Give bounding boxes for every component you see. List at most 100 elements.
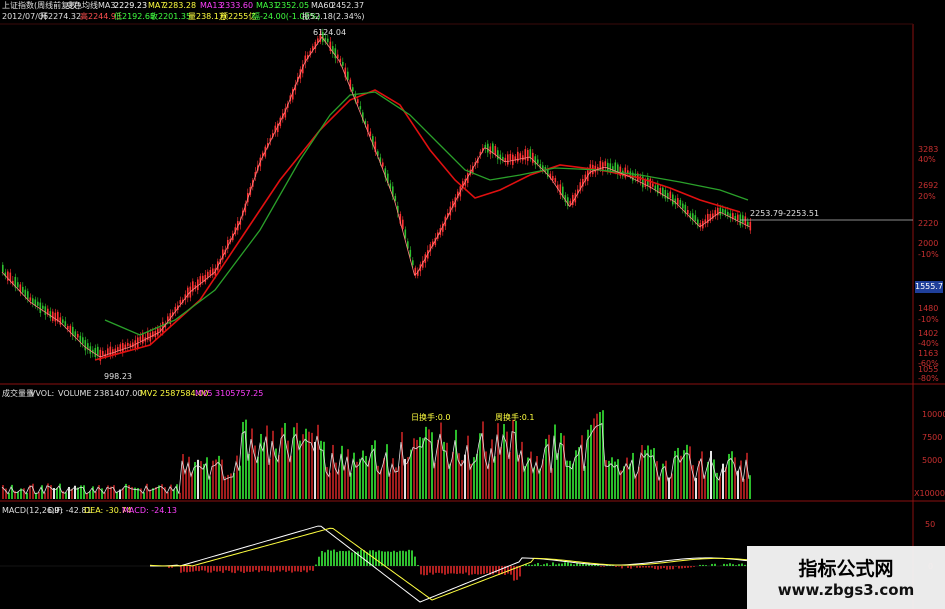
macd-bar [252,566,254,572]
svg-text:5000: 5000 [922,456,942,465]
candle [109,346,112,356]
macd-bar [216,566,218,572]
candle [507,154,509,165]
macd-bar [387,551,389,566]
macd-bar [681,566,683,569]
candle [94,347,97,357]
candle [672,194,674,205]
macd-bar [258,566,260,573]
candle [664,189,667,199]
macd-bar [618,566,620,567]
macd-bar [204,566,206,571]
macd-bar [366,552,368,566]
candle [519,153,522,159]
macd-bar [192,566,194,572]
macd-bar [732,564,734,566]
macd-bar [408,549,410,566]
macd-bar [591,565,593,566]
candle [402,219,404,230]
macd-bar [528,564,530,566]
candle [37,301,39,306]
macd-bar [186,566,188,573]
candle [607,162,609,171]
macd-bar [564,562,566,566]
macd-bar [393,550,395,566]
candle [352,87,354,92]
macd-bar [405,551,407,566]
trough-label: 998.23 [104,372,132,381]
macd-bar [306,566,308,573]
macd-bar [234,566,236,574]
candle [382,162,384,167]
macd-bar [348,550,350,566]
macd-bar [402,550,404,566]
candle [49,311,52,318]
candle [694,215,697,222]
macd-bar [267,566,269,572]
macd-bar [546,563,548,566]
macd-bar [642,566,644,568]
macd-bar [345,551,347,566]
watermark-url: www.zbgs3.com [777,581,915,599]
candle [359,106,362,110]
candle [412,260,414,266]
ma-long-line [94,89,741,361]
macd-bar [342,550,344,566]
macd-bar [351,552,353,566]
candle [522,155,524,161]
candle [532,152,534,163]
candle [197,279,199,291]
macd-bar [486,566,488,574]
macd-bar [669,566,671,570]
candle [512,154,514,165]
candle [44,306,47,315]
candle [497,150,499,160]
macd-bar [684,566,686,569]
macd-bar [231,566,233,573]
macd-dif-line [149,525,748,603]
candle [669,191,672,199]
macd-bar [198,566,200,572]
macd-bar [621,566,623,569]
candle [127,342,129,347]
candle [342,61,344,66]
svg-text:50: 50 [925,520,935,529]
macd-bar [219,566,221,572]
candle [742,215,744,223]
macd-bar [432,566,434,575]
macd-bar [303,566,305,571]
candle [719,207,722,216]
macd-bar [411,550,413,566]
macd-bar [543,564,545,566]
macd-bar [324,552,326,566]
macd-bar [741,563,743,566]
macd-bar [333,549,335,566]
macd-bar [465,566,467,573]
macd-bar [261,566,263,571]
macd-bar [183,566,185,572]
macd-histogram [150,549,749,581]
macd-bar [420,566,422,575]
candle [107,348,109,355]
candle [744,216,747,226]
volume-value: VOLUME 2381407.00 [58,389,143,398]
macd-bar [423,566,425,576]
macd-bar [456,566,458,575]
macd-bar [450,566,452,574]
macd-bar [552,562,554,566]
chart-canvas[interactable]: 6124.04 998.23 2253.79-2253.51 3283 40% … [0,0,945,609]
price-candles [2,28,752,365]
candle [39,302,42,313]
macd-bar [318,556,320,566]
macd-bar [354,551,356,566]
macd-bar [567,562,569,566]
macd-bar [603,566,605,567]
price-axis-labels: 3283 40% 2692 20% 2220 2000 -10% 1480 -1… [918,145,939,383]
macd-bar [429,566,431,573]
candle [139,336,142,342]
macd-bar [549,565,551,566]
macd-bar [693,566,695,567]
macd-bar [246,566,248,572]
candle [569,200,572,205]
candle [122,343,124,352]
